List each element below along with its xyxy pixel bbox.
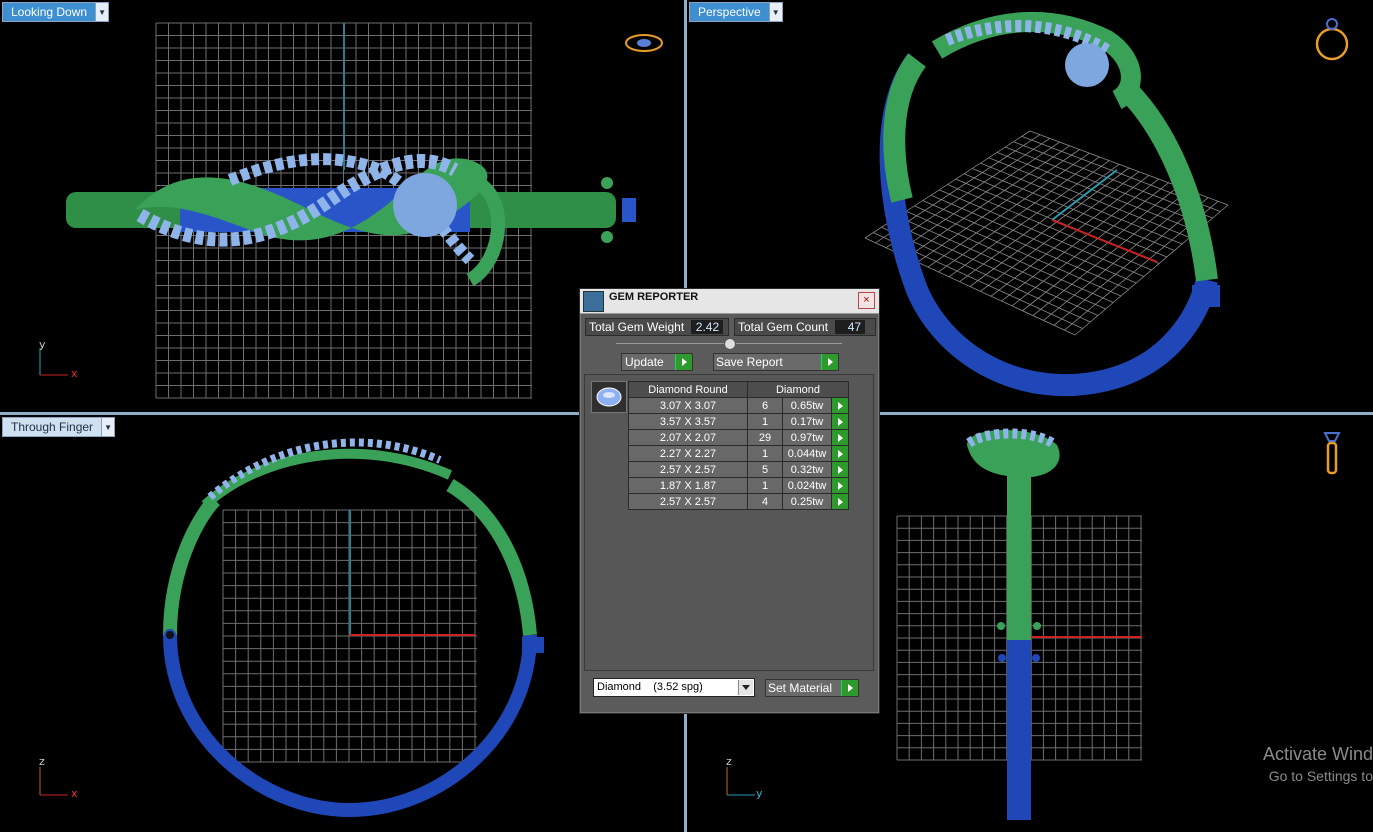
gem-count: 29 (747, 429, 783, 446)
axis-label: x (71, 787, 78, 800)
column-header-stone: Diamond (747, 381, 849, 398)
gem-size: 1.87 X 1.87 (628, 477, 748, 494)
chevron-down-icon[interactable]: ▼ (95, 3, 109, 21)
round-diamond-icon[interactable] (591, 381, 627, 413)
table-row[interactable]: 3.57 X 3.57 1 0.17tw (628, 413, 849, 430)
gem-size: 3.07 X 3.07 (628, 397, 748, 414)
axis-label: y (756, 787, 763, 800)
gem-size: 2.57 X 2.57 (628, 493, 748, 510)
play-icon[interactable] (831, 397, 849, 414)
gem-count: 1 (747, 445, 783, 462)
gem-weight: 0.32tw (782, 461, 832, 478)
viewport-label: Perspective (690, 3, 769, 21)
axis-label: z (39, 755, 45, 768)
total-gem-weight: Total Gem Weight 2.42 (585, 318, 729, 336)
ring-side-icon (1323, 432, 1341, 475)
activation-watermark-title: Activate Wind (1262, 744, 1373, 764)
play-icon[interactable] (831, 461, 849, 478)
axis-gizmo: z x (32, 755, 82, 801)
table-row[interactable]: 2.57 X 2.57 4 0.25tw (628, 493, 849, 510)
gem-count: 5 (747, 461, 783, 478)
total-gem-count-value: 47 (835, 320, 866, 334)
axis-label: x (71, 367, 78, 380)
axis-label: y (39, 338, 46, 351)
dialog-title: GEM REPORTER (609, 291, 699, 303)
gem-list-panel: Diamond Round Diamond 3.07 X 3.07 6 0.65tw… (584, 374, 874, 671)
gem-reporter-app-icon (583, 291, 604, 312)
set-material-button[interactable]: Set Material (765, 679, 859, 697)
table-row[interactable]: 3.07 X 3.07 6 0.65tw (628, 397, 849, 414)
ring-top-view-icon (625, 34, 663, 52)
viewport-label: Through Finger (3, 418, 102, 436)
chevron-down-icon[interactable]: ▼ (768, 3, 782, 21)
total-gem-weight-label: Total Gem Weight (589, 320, 685, 334)
gem-reporter-dialog: GEM REPORTER × Total Gem Weight 2.42 Tot… (579, 288, 880, 714)
chevron-down-icon[interactable] (738, 680, 753, 695)
gem-weight: 0.25tw (782, 493, 832, 510)
gem-weight: 0.65tw (782, 397, 832, 414)
close-icon[interactable]: × (858, 292, 875, 309)
update-button[interactable]: Update (621, 353, 693, 371)
play-icon[interactable] (831, 445, 849, 462)
gem-weight: 0.024tw (782, 477, 832, 494)
gem-size: 2.27 X 2.27 (628, 445, 748, 462)
total-gem-weight-value: 2.42 (691, 320, 724, 334)
gem-weight: 0.17tw (782, 413, 832, 430)
total-gem-count-label: Total Gem Count (738, 320, 829, 334)
gem-size: 2.57 X 2.57 (628, 461, 748, 478)
table-row[interactable]: 2.57 X 2.57 5 0.32tw (628, 461, 849, 478)
gem-count: 4 (747, 493, 783, 510)
gem-weight: 0.97tw (782, 429, 832, 446)
total-gem-count: Total Gem Count 47 (734, 318, 876, 336)
collapse-handle-icon[interactable] (724, 338, 736, 350)
play-icon (675, 354, 692, 370)
table-row[interactable]: 2.07 X 2.07 29 0.97tw (628, 429, 849, 446)
gem-count: 1 (747, 413, 783, 430)
column-header-shape: Diamond Round (628, 381, 748, 398)
play-icon[interactable] (831, 429, 849, 446)
dialog-titlebar[interactable]: GEM REPORTER × (580, 289, 879, 314)
play-icon[interactable] (831, 493, 849, 510)
axis-label: z (726, 755, 732, 768)
gem-table: Diamond Round Diamond 3.07 X 3.07 6 0.65tw… (628, 381, 849, 510)
viewport-label: Looking Down (3, 3, 96, 21)
set-material-button-label: Set Material (768, 681, 833, 695)
gem-count: 1 (747, 477, 783, 494)
save-report-button[interactable]: Save Report (713, 353, 839, 371)
gem-weight: 0.044tw (782, 445, 832, 462)
viewport-tab-looking-down[interactable]: Looking Down ▼ (2, 2, 110, 22)
play-icon[interactable] (831, 477, 849, 494)
material-select[interactable]: Diamond (3.52 spg) (593, 678, 755, 697)
viewport-tab-through-finger[interactable]: Through Finger ▼ (2, 417, 116, 437)
gem-count: 6 (747, 397, 783, 414)
material-select-value: Diamond (3.52 spg) (597, 681, 703, 693)
play-icon (821, 354, 838, 370)
axis-gizmo: z y (719, 755, 769, 801)
axis-gizmo: y x (32, 338, 82, 380)
activation-watermark-subtitle: Go to Settings to (1268, 768, 1373, 784)
gem-size: 2.07 X 2.07 (628, 429, 748, 446)
play-icon (841, 680, 858, 696)
viewport-tab-perspective[interactable]: Perspective ▼ (689, 2, 783, 22)
chevron-down-icon[interactable]: ▼ (101, 418, 115, 436)
table-row[interactable]: 1.87 X 1.87 1 0.024tw (628, 477, 849, 494)
play-icon[interactable] (831, 413, 849, 430)
save-report-button-label: Save Report (716, 355, 783, 369)
gem-size: 3.57 X 3.57 (628, 413, 748, 430)
table-row[interactable]: 2.27 X 2.27 1 0.044tw (628, 445, 849, 462)
ring-perspective-icon (1315, 18, 1349, 61)
update-button-label: Update (625, 355, 664, 369)
